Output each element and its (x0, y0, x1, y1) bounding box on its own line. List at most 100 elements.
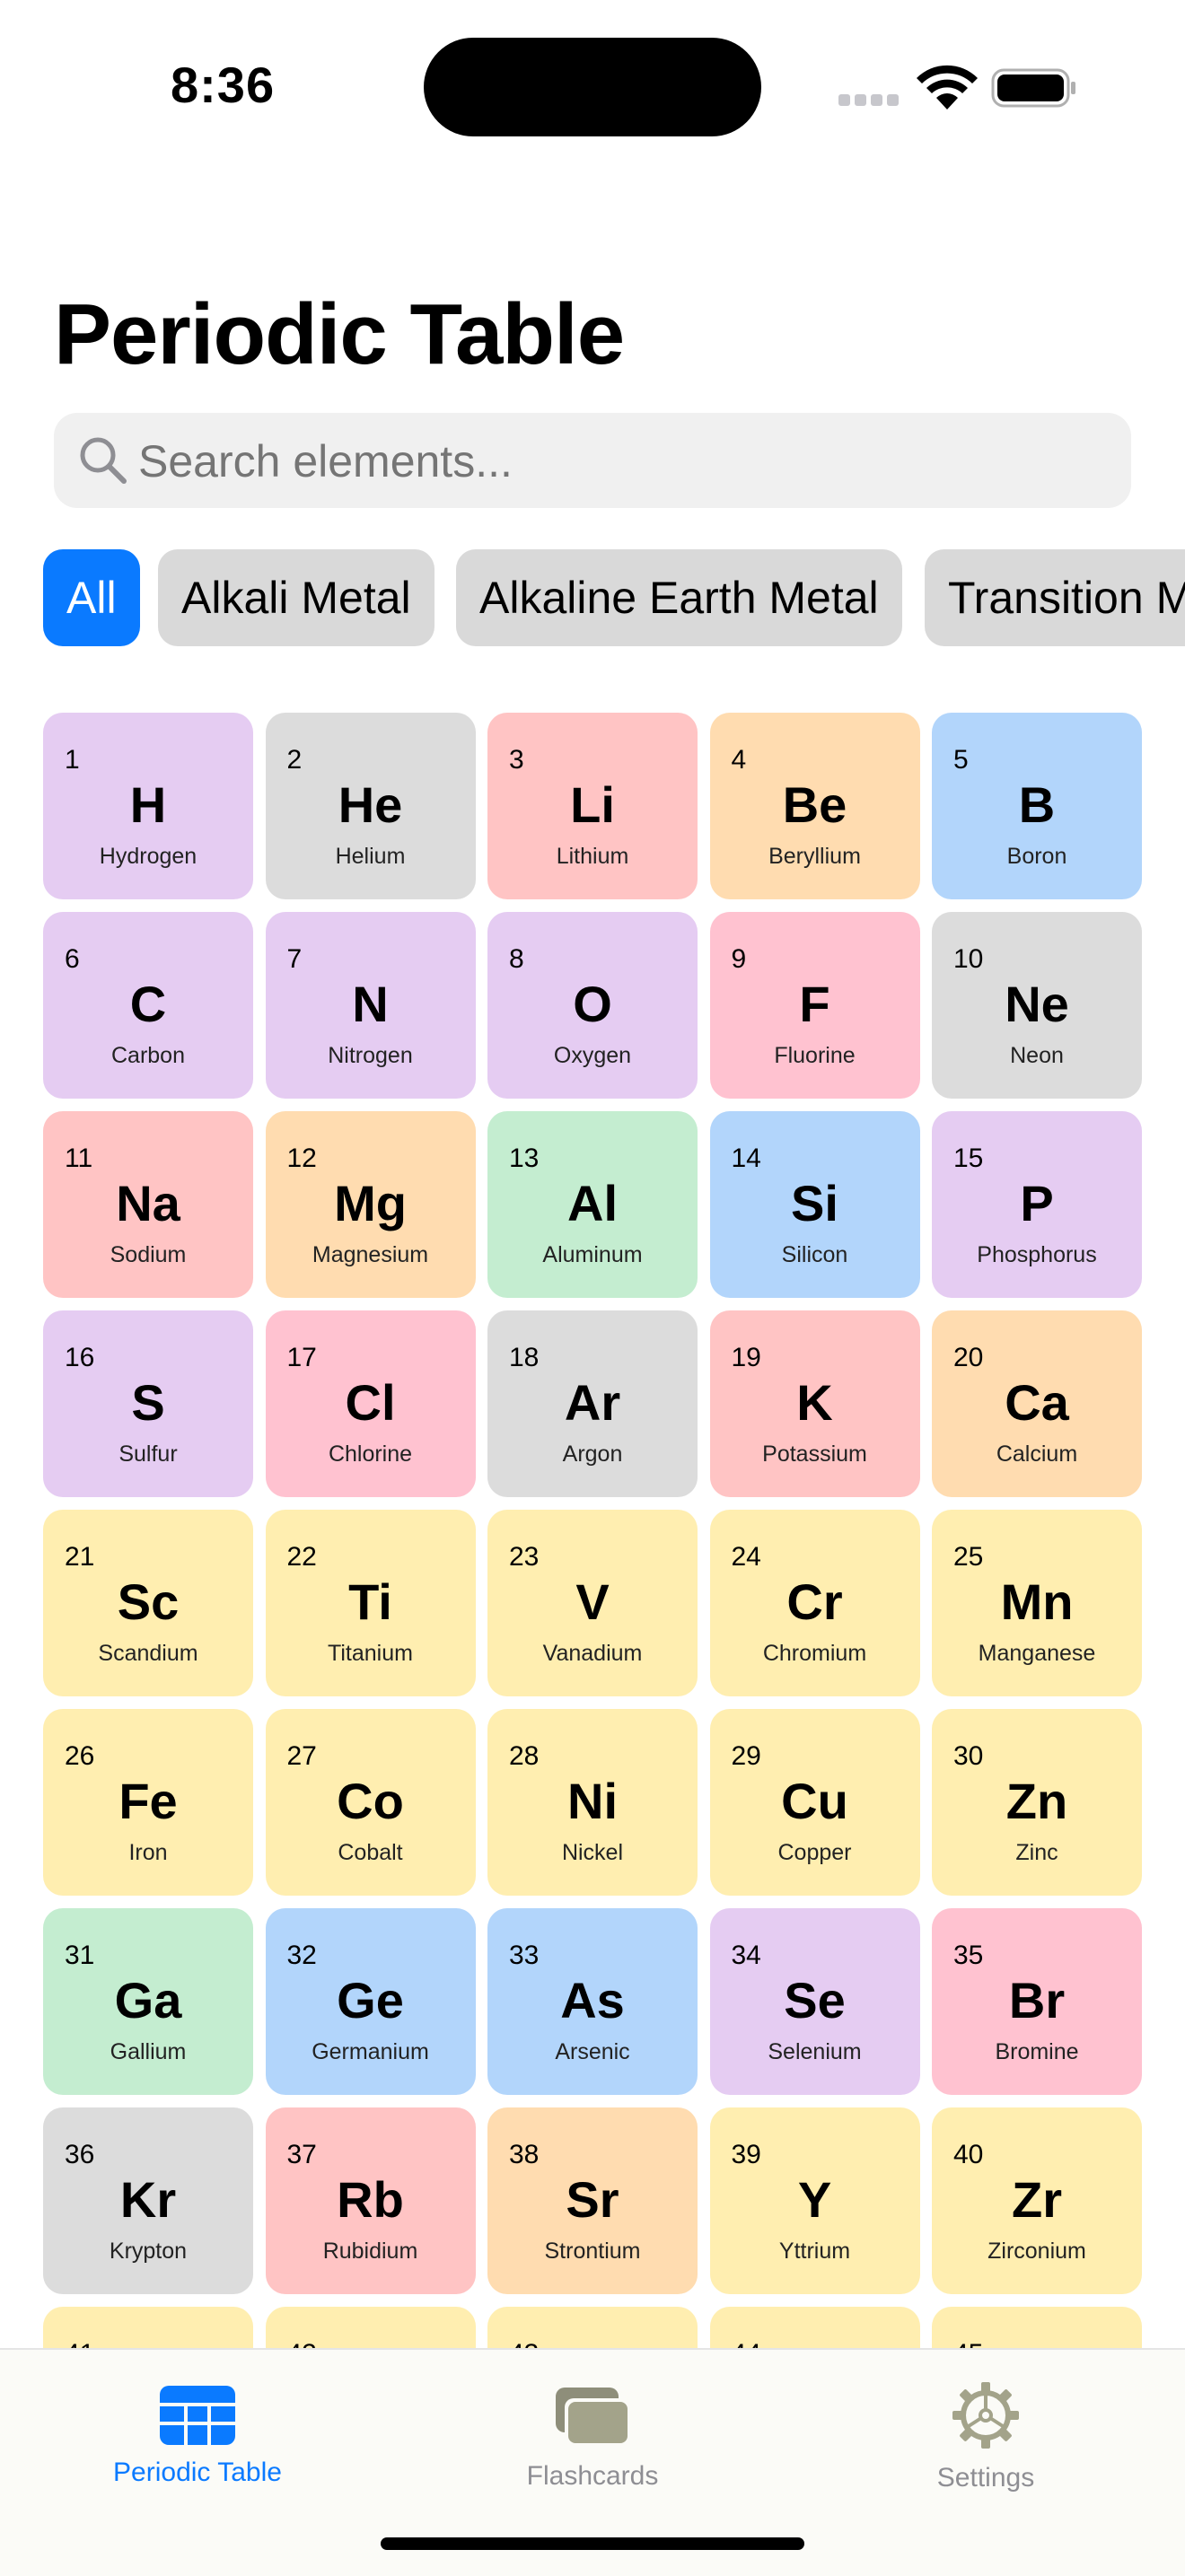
element-tile[interactable]: 23 V Vanadium (487, 1510, 698, 1696)
element-number: 21 (65, 1542, 95, 1572)
element-symbol: C (129, 976, 167, 1032)
element-number: 13 (509, 1143, 540, 1173)
element-tile[interactable]: 43 (487, 2307, 698, 2348)
element-symbol: Na (116, 1175, 180, 1231)
element-tile[interactable]: 17 Cl Chlorine (265, 1310, 476, 1497)
element-tile[interactable]: 34 Se Selenium (709, 1908, 920, 2095)
element-tile[interactable]: 37 Rb Rubidium (265, 2107, 476, 2294)
element-name: Scandium (98, 1641, 198, 1666)
element-tile[interactable]: 29 Cu Copper (709, 1709, 920, 1896)
element-tile[interactable]: 10 Ne Neon (932, 912, 1142, 1099)
element-tile[interactable]: 14 Si Silicon (709, 1111, 920, 1298)
element-name: Nickel (561, 1840, 624, 1865)
element-symbol: Ca (1005, 1374, 1069, 1431)
element-tile[interactable]: 32 Ge Germanium (265, 1908, 476, 2095)
element-tile[interactable]: 22 Ti Titanium (265, 1510, 476, 1696)
element-tile[interactable]: 41 (43, 2307, 253, 2348)
element-tile[interactable]: 28 Ni Nickel (487, 1709, 698, 1896)
element-symbol: N (352, 976, 389, 1032)
element-symbol: P (1020, 1175, 1054, 1231)
element-tile[interactable]: 35 Br Bromine (932, 1908, 1142, 2095)
element-number: 37 (286, 2140, 317, 2169)
element-tile[interactable]: 9 F Fluorine (709, 912, 920, 1099)
element-tile[interactable]: 42 (265, 2307, 476, 2348)
element-tile[interactable]: 8 O Oxygen (487, 912, 698, 1099)
element-tile[interactable]: 4 Be Beryllium (709, 713, 920, 899)
element-tile[interactable]: 16 S Sulfur (43, 1310, 253, 1497)
element-name: Strontium (544, 2239, 641, 2264)
search-input[interactable] (136, 413, 1110, 510)
element-tile[interactable]: 36 Kr Krypton (43, 2107, 253, 2294)
element-tile[interactable]: 15 P Phosphorus (932, 1111, 1142, 1298)
element-number: 24 (731, 1542, 761, 1572)
element-symbol: Cu (781, 1773, 848, 1829)
element-tile[interactable]: 25 Mn Manganese (932, 1510, 1142, 1696)
element-symbol: Cl (345, 1374, 396, 1431)
element-number: 22 (286, 1542, 317, 1572)
element-tile[interactable]: 27 Co Cobalt (265, 1709, 476, 1896)
element-name: Gallium (110, 2039, 187, 2064)
element-tile[interactable]: 2 He Helium (265, 713, 476, 899)
tab-flashcards[interactable]: Flashcards (458, 2368, 727, 2502)
element-tile[interactable]: 39 Y Yttrium (709, 2107, 920, 2294)
element-tile[interactable]: 33 As Arsenic (487, 1908, 698, 2095)
element-name: Zirconium (988, 2239, 1086, 2264)
element-tile[interactable]: 18 Ar Argon (487, 1310, 698, 1497)
element-name: Calcium (996, 1441, 1078, 1467)
tab-label: Settings (936, 2463, 1035, 2493)
element-number: 42 (287, 2339, 317, 2348)
element-name: Beryllium (768, 844, 861, 869)
element-number: 31 (65, 1941, 95, 1970)
element-name: Hydrogen (99, 844, 198, 869)
element-tile[interactable]: 12 Mg Magnesium (265, 1111, 476, 1298)
element-tile[interactable]: 40 Zr Zirconium (932, 2107, 1142, 2294)
element-number: 35 (953, 1941, 984, 1970)
element-name: Aluminum (542, 1242, 643, 1267)
element-name: Fluorine (774, 1043, 856, 1068)
element-number: 3 (509, 745, 524, 775)
element-tile[interactable]: 7 N Nitrogen (265, 912, 476, 1099)
element-number: 44 (732, 2339, 761, 2348)
element-name: Oxygen (553, 1043, 632, 1068)
element-name: Copper (777, 1840, 852, 1865)
element-symbol: K (796, 1374, 833, 1431)
element-symbol: B (1018, 776, 1056, 833)
element-tile[interactable]: 19 K Potassium (709, 1310, 920, 1497)
element-tile[interactable]: 1 H Hydrogen (43, 713, 253, 899)
element-number: 8 (509, 944, 524, 974)
status-bar: 8:36 (0, 0, 1185, 171)
element-number: 43 (509, 2339, 539, 2348)
element-tile[interactable]: 20 Ca Calcium (932, 1310, 1142, 1497)
element-tile[interactable]: 44 (709, 2307, 920, 2348)
tab-settings[interactable]: Settings (851, 2368, 1120, 2502)
filter-chip-all[interactable]: All (43, 549, 140, 646)
search-bar[interactable] (54, 413, 1131, 510)
element-tile[interactable]: 11 Na Sodium (43, 1111, 253, 1298)
element-tile[interactable]: 31 Ga Gallium (43, 1908, 253, 2095)
filter-chip-alkaline-earth-metal[interactable]: Alkaline Earth Metal (456, 549, 902, 646)
element-symbol: Mg (334, 1175, 407, 1231)
filter-chip-alkali-metal[interactable]: Alkali Metal (158, 549, 434, 646)
element-tile[interactable]: 26 Fe Iron (43, 1709, 253, 1896)
tab-periodic-table[interactable]: Periodic Table (63, 2368, 332, 2502)
element-tile[interactable]: 21 Sc Scandium (43, 1510, 253, 1696)
element-tile[interactable]: 6 C Carbon (43, 912, 253, 1099)
element-tile[interactable]: 3 Li Lithium (487, 713, 698, 899)
element-symbol: Fe (118, 1773, 178, 1829)
element-number: 1 (65, 745, 80, 775)
element-tile[interactable]: 5 B Boron (932, 713, 1142, 899)
element-tile[interactable]: 30 Zn Zinc (932, 1709, 1142, 1896)
element-symbol: He (338, 776, 403, 833)
element-symbol: Zr (1012, 2171, 1062, 2228)
filter-chip-transition-metal[interactable]: Transition M (925, 549, 1185, 646)
element-number: 4 (731, 745, 747, 775)
element-symbol: Sc (117, 1573, 180, 1630)
element-number: 28 (509, 1741, 540, 1771)
element-symbol: As (560, 1972, 625, 2028)
element-tile[interactable]: 13 Al Aluminum (487, 1111, 698, 1298)
wifi-icon (917, 65, 978, 110)
element-tile[interactable]: 38 Sr Strontium (487, 2107, 698, 2294)
element-symbol: Co (337, 1773, 404, 1829)
element-tile[interactable]: 24 Cr Chromium (709, 1510, 920, 1696)
element-tile[interactable]: 45 (932, 2307, 1142, 2348)
